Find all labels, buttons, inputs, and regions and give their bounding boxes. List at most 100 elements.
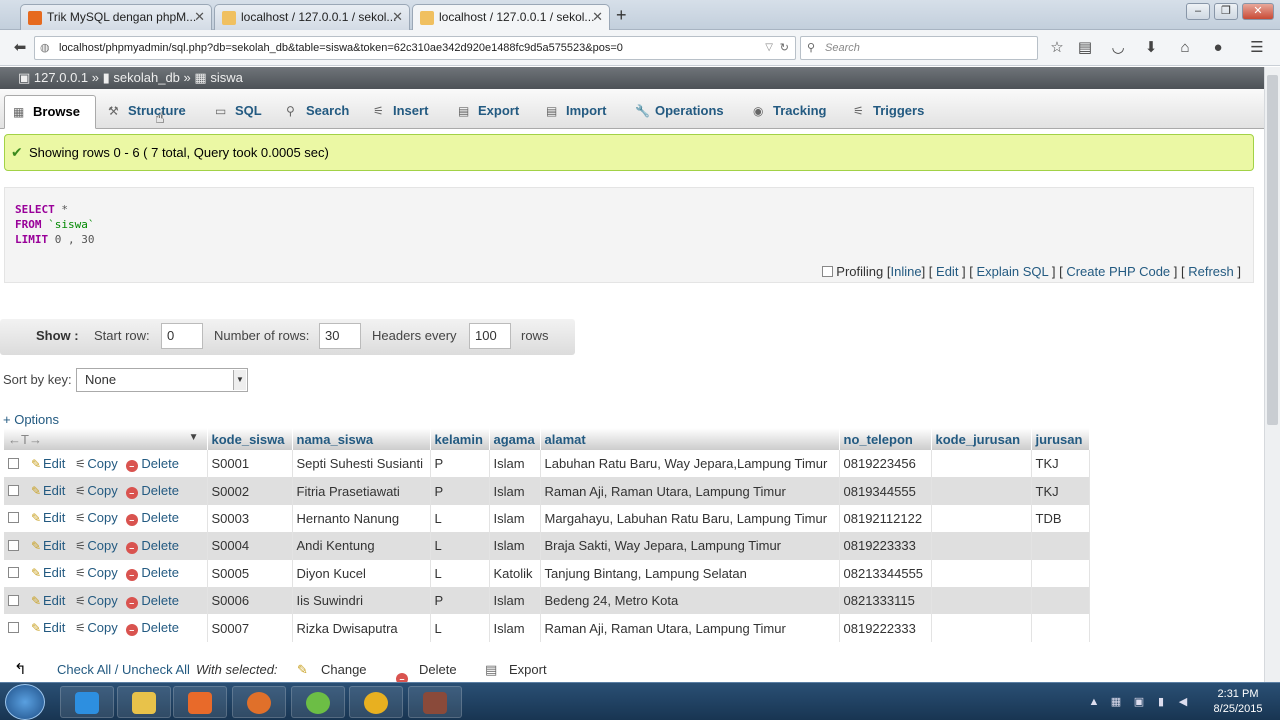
- system-clock[interactable]: 2:31 PM 8/25/2015: [1198, 687, 1278, 717]
- headers-every-input[interactable]: 100: [469, 323, 511, 349]
- chat-icon[interactable]: ●: [1208, 38, 1228, 58]
- table-cell[interactable]: L: [430, 532, 490, 560]
- column-header[interactable]: kode_siswa: [207, 428, 293, 450]
- row-checkbox[interactable]: [8, 457, 19, 469]
- tab-triggers[interactable]: ⚟ Triggers: [845, 95, 934, 129]
- options-toggle[interactable]: + Options: [3, 412, 59, 427]
- table-cell[interactable]: Rizka Dwisaputra: [292, 614, 431, 642]
- table-cell[interactable]: Fitria Prasetiawati: [292, 477, 431, 505]
- sort-dropdown-icon[interactable]: ▼: [189, 432, 199, 443]
- taskbar-app-button[interactable]: [349, 686, 403, 718]
- table-cell[interactable]: S0002: [207, 477, 293, 505]
- tray-app-icon[interactable]: ▣: [1132, 695, 1146, 709]
- table-cell[interactable]: L: [430, 614, 490, 642]
- column-header[interactable]: nama_siswa: [292, 428, 431, 450]
- taskbar-media-button[interactable]: [173, 686, 227, 718]
- delete-row-link[interactable]: – Delete: [125, 483, 179, 500]
- table-cell[interactable]: 0819344555: [839, 477, 932, 505]
- edit-sql-link[interactable]: Edit: [936, 264, 958, 279]
- table-cell[interactable]: [1031, 559, 1090, 587]
- table-cell[interactable]: Islam: [489, 532, 541, 560]
- copy-row-link[interactable]: ⚟ Copy: [73, 510, 118, 525]
- tab-tracking[interactable]: ◉ Tracking: [745, 95, 836, 129]
- copy-row-link[interactable]: ⚟ Copy: [73, 620, 118, 635]
- tray-arrow-icon[interactable]: ▲: [1087, 695, 1101, 709]
- table-cell[interactable]: [931, 586, 1032, 615]
- breadcrumb-server[interactable]: 127.0.0.1: [34, 70, 88, 85]
- table-cell[interactable]: [931, 614, 1032, 642]
- edit-row-link[interactable]: ✎ Edit: [29, 538, 65, 553]
- table-cell[interactable]: Margahayu, Labuhan Ratu Baru, Lampung Ti…: [540, 504, 840, 533]
- table-cell[interactable]: Islam: [489, 504, 541, 533]
- delete-selected-button[interactable]: Delete: [419, 657, 457, 682]
- tab-sql[interactable]: ▭ SQL: [207, 95, 272, 129]
- taskbar-app-button[interactable]: [408, 686, 462, 718]
- scrollbar-thumb[interactable]: [1267, 75, 1278, 425]
- row-checkbox[interactable]: [8, 622, 19, 634]
- check-all-link[interactable]: Check All / Uncheck All: [57, 657, 190, 682]
- taskbar-ie-button[interactable]: [60, 686, 114, 718]
- close-icon[interactable]: ✕: [392, 9, 403, 25]
- browser-tab-2[interactable]: localhost / 127.0.0.1 / sekol... ✕: [214, 4, 410, 30]
- table-cell[interactable]: [931, 504, 1032, 533]
- edit-row-link[interactable]: ✎ Edit: [29, 483, 65, 498]
- table-cell[interactable]: [931, 450, 1032, 478]
- row-checkbox[interactable]: [8, 485, 19, 497]
- show-button[interactable]: Show :: [36, 319, 79, 353]
- table-cell[interactable]: 0819222333: [839, 614, 932, 642]
- table-cell[interactable]: TDB: [1031, 504, 1090, 533]
- table-cell[interactable]: S0005: [207, 559, 293, 587]
- row-checkbox[interactable]: [8, 567, 19, 579]
- url-bar[interactable]: ◍ localhost/phpmyadmin/sql.php?db=sekola…: [34, 36, 796, 60]
- minimize-button[interactable]: –: [1186, 3, 1210, 20]
- table-cell[interactable]: Islam: [489, 477, 541, 505]
- search-input[interactable]: ⚲ Search: [800, 36, 1038, 60]
- table-cell[interactable]: 0819223456: [839, 450, 932, 478]
- row-checkbox[interactable]: [8, 594, 19, 606]
- download-icon[interactable]: ⬇: [1141, 38, 1161, 58]
- delete-row-link[interactable]: – Delete: [125, 565, 179, 582]
- table-cell[interactable]: S0006: [207, 586, 293, 615]
- number-of-rows-input[interactable]: 30: [319, 323, 361, 349]
- edit-row-link[interactable]: ✎ Edit: [29, 510, 65, 525]
- explain-sql-link[interactable]: Explain SQL: [977, 264, 1049, 279]
- table-cell[interactable]: Septi Suhesti Susianti: [292, 450, 431, 478]
- edit-row-link[interactable]: ✎ Edit: [29, 620, 65, 635]
- copy-row-link[interactable]: ⚟ Copy: [73, 593, 118, 608]
- pocket-icon[interactable]: ◡: [1108, 38, 1128, 58]
- table-cell[interactable]: S0003: [207, 504, 293, 533]
- table-cell[interactable]: Katolik: [489, 559, 541, 587]
- browser-tab-1[interactable]: Trik MySQL dengan phpM... ✕: [20, 4, 212, 30]
- table-cell[interactable]: [931, 532, 1032, 560]
- table-cell[interactable]: 08192112122: [839, 504, 932, 533]
- delete-row-link[interactable]: – Delete: [125, 593, 179, 609]
- table-cell[interactable]: TKJ: [1031, 477, 1090, 505]
- edit-row-link[interactable]: ✎ Edit: [29, 593, 65, 608]
- reading-list-icon[interactable]: ▤: [1075, 38, 1095, 58]
- table-cell[interactable]: [1031, 614, 1090, 642]
- edit-row-link[interactable]: ✎ Edit: [29, 456, 65, 471]
- start-row-input[interactable]: 0: [161, 323, 203, 349]
- table-cell[interactable]: [931, 477, 1032, 505]
- table-cell[interactable]: TKJ: [1031, 450, 1090, 478]
- table-cell[interactable]: 0819223333: [839, 532, 932, 560]
- change-button[interactable]: Change: [321, 657, 367, 682]
- table-cell[interactable]: [1031, 586, 1090, 615]
- table-cell[interactable]: Islam: [489, 450, 541, 478]
- table-cell[interactable]: Labuhan Ratu Baru, Way Jepara,Lampung Ti…: [540, 450, 840, 478]
- table-cell[interactable]: L: [430, 504, 490, 533]
- table-cell[interactable]: [931, 559, 1032, 587]
- window-close-button[interactable]: ✕: [1242, 3, 1274, 20]
- inline-link[interactable]: Inline: [891, 264, 922, 279]
- table-cell[interactable]: Hernanto Nanung: [292, 504, 431, 533]
- windows-start-button[interactable]: [5, 684, 45, 720]
- export-selected-button[interactable]: Export: [509, 657, 547, 682]
- dropdown-arrow-icon[interactable]: ▽: [765, 37, 773, 59]
- refresh-link[interactable]: Refresh: [1188, 264, 1234, 279]
- table-cell[interactable]: Raman Aji, Raman Utara, Lampung Timur: [540, 614, 840, 642]
- breadcrumb-table[interactable]: siswa: [210, 70, 243, 85]
- table-cell[interactable]: P: [430, 450, 490, 478]
- back-arrow-icon[interactable]: ⬅: [10, 38, 30, 58]
- column-header[interactable]: alamat: [540, 428, 840, 450]
- table-cell[interactable]: Braja Sakti, Way Jepara, Lampung Timur: [540, 532, 840, 560]
